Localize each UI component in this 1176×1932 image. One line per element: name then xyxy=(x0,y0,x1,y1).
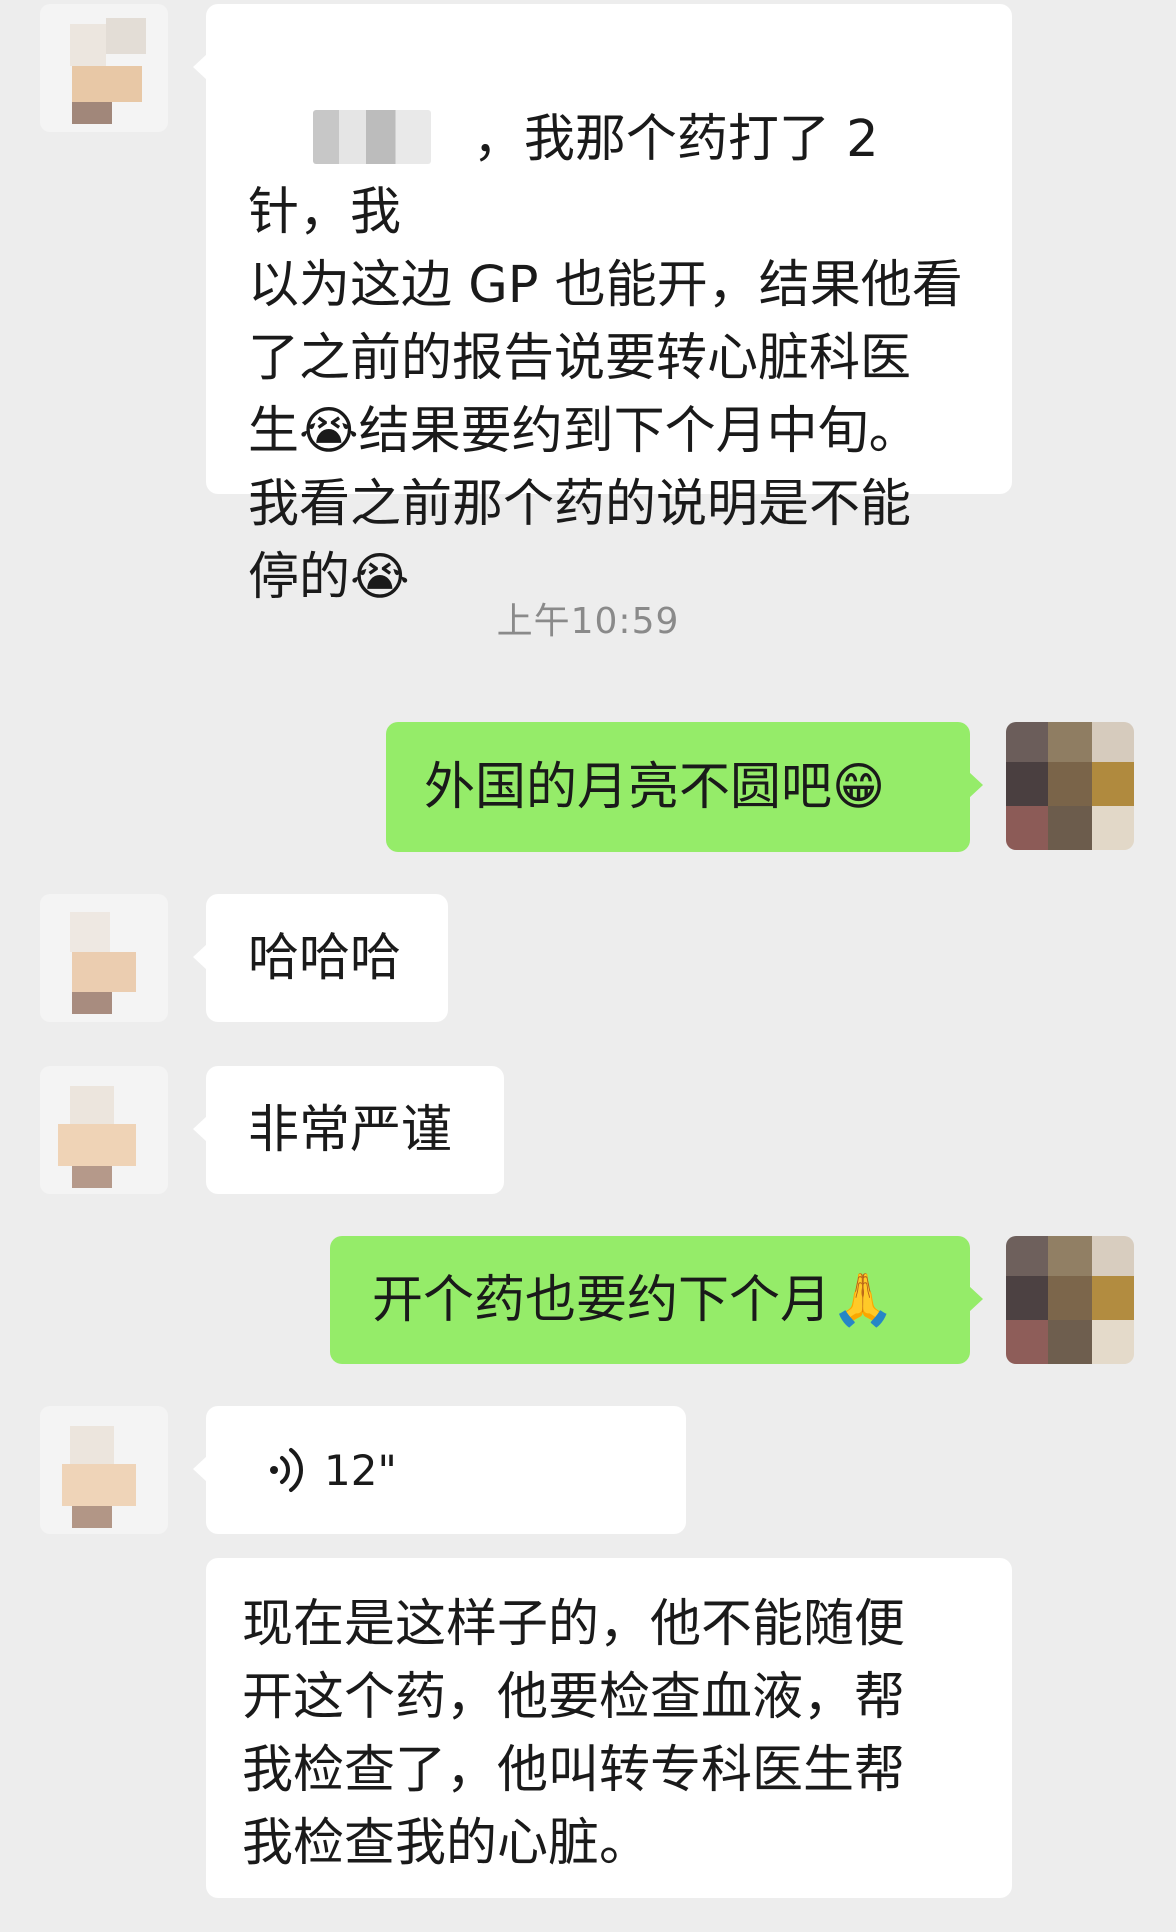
timestamp: 上午10:59 xyxy=(496,601,680,642)
avatar-other[interactable] xyxy=(40,4,168,132)
voice-message-bubble[interactable]: 12" xyxy=(193,1406,686,1534)
avatar-other[interactable] xyxy=(40,1066,168,1194)
message-bubble-incoming[interactable]: ，我那个药打了 2 针，我 以为这边 GP 也能开，结果他看 了之前的报告说要转… xyxy=(193,4,1012,607)
message-bubble-outgoing[interactable]: 开个药也要约下个月🙏 xyxy=(330,1236,983,1364)
avatar-other[interactable] xyxy=(40,894,168,1022)
message-text: ，我那个药打了 2 针，我 以为这边 GP 也能开，结果他看 了之前的报告说要转… xyxy=(248,110,963,607)
voice-duration: 12" xyxy=(324,1445,397,1495)
message-text: 现在是这样子的，他不能随便 开这个药，他要检查血液，帮 我检查了，他叫转专科医生… xyxy=(242,1595,906,1873)
message-bubble-outgoing[interactable]: 外国的月亮不圆吧😁 xyxy=(386,722,983,852)
message-bubble-incoming[interactable]: 非常严谨 xyxy=(193,1066,504,1194)
message-bubble-incoming[interactable]: 哈哈哈 xyxy=(193,894,448,1022)
message-text: 开个药也要约下个月🙏 xyxy=(372,1270,895,1330)
message-text: 哈哈哈 xyxy=(248,928,402,988)
avatar-self[interactable] xyxy=(1006,1236,1134,1364)
avatar-self[interactable] xyxy=(1006,722,1134,850)
voice-transcript-bubble[interactable]: 现在是这样子的，他不能随便 开这个药，他要检查血液，帮 我检查了，他叫转专科医生… xyxy=(206,1558,1012,1898)
voice-wave-icon xyxy=(270,1448,303,1492)
message-text: 外国的月亮不圆吧😁 xyxy=(424,757,886,817)
redacted-name xyxy=(312,110,431,164)
message-text: 非常严谨 xyxy=(248,1100,453,1160)
avatar-other[interactable] xyxy=(40,1406,168,1534)
